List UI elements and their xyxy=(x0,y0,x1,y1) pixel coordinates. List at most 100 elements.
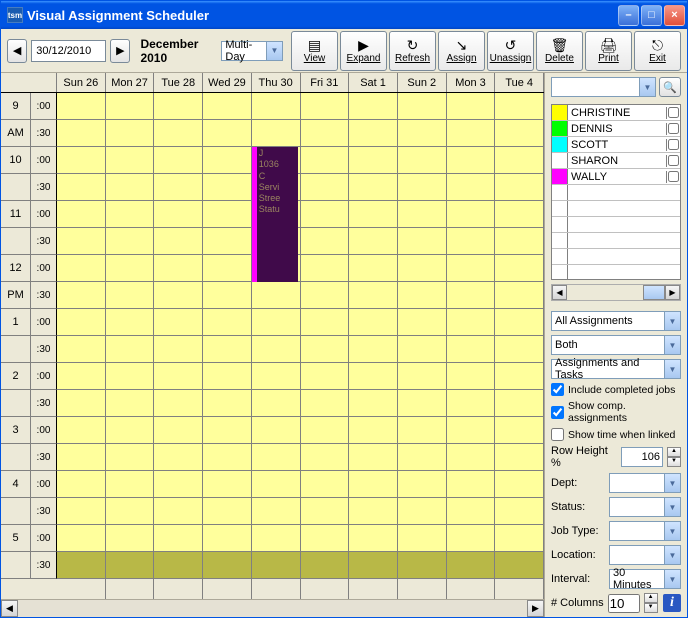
time-slot[interactable] xyxy=(203,309,251,336)
time-slot[interactable] xyxy=(398,174,446,201)
time-slot[interactable] xyxy=(252,390,300,417)
time-slot[interactable] xyxy=(154,282,202,309)
filter-type-select[interactable]: Assignments and Tasks▼ xyxy=(551,359,681,379)
chk-include-completed[interactable]: Include completed jobs xyxy=(551,383,681,396)
time-slot[interactable] xyxy=(106,255,154,282)
time-slot[interactable] xyxy=(57,498,105,525)
scroll-left-icon[interactable]: ◀ xyxy=(1,600,18,617)
time-slot[interactable] xyxy=(495,201,543,228)
print-button[interactable]: 🖨Print xyxy=(585,31,632,71)
maximize-button[interactable]: □ xyxy=(641,5,662,26)
spinner-down-icon[interactable]: ▼ xyxy=(667,457,681,467)
time-slot[interactable] xyxy=(398,201,446,228)
time-slot[interactable] xyxy=(57,120,105,147)
time-slot[interactable] xyxy=(398,498,446,525)
time-slot[interactable] xyxy=(349,336,397,363)
time-slot[interactable] xyxy=(398,444,446,471)
view-button[interactable]: ▤View xyxy=(291,31,338,71)
time-slot[interactable] xyxy=(252,309,300,336)
time-slot[interactable] xyxy=(203,282,251,309)
time-slot[interactable] xyxy=(154,93,202,120)
time-slot[interactable] xyxy=(495,255,543,282)
next-button[interactable]: ▶ xyxy=(110,39,130,63)
time-slot[interactable] xyxy=(57,552,105,579)
date-input[interactable] xyxy=(31,40,106,62)
time-slot[interactable] xyxy=(301,255,349,282)
time-slot[interactable] xyxy=(398,552,446,579)
dept-select[interactable]: ▼ xyxy=(609,473,681,493)
time-slot[interactable] xyxy=(349,201,397,228)
time-slot[interactable] xyxy=(106,93,154,120)
scroll-right-icon[interactable]: ▶ xyxy=(527,600,544,617)
time-slot[interactable] xyxy=(154,309,202,336)
time-slot[interactable] xyxy=(106,309,154,336)
time-slot[interactable] xyxy=(57,525,105,552)
time-slot[interactable] xyxy=(57,174,105,201)
time-slot[interactable] xyxy=(203,363,251,390)
technician-checkbox[interactable] xyxy=(668,123,679,134)
time-slot[interactable] xyxy=(106,174,154,201)
time-slot[interactable] xyxy=(203,498,251,525)
time-slot[interactable] xyxy=(252,93,300,120)
techscroll-right-icon[interactable]: ▶ xyxy=(665,285,680,300)
exit-button[interactable]: ⎋Exit xyxy=(634,31,681,71)
time-slot[interactable] xyxy=(106,282,154,309)
day-column[interactable] xyxy=(106,93,155,599)
time-slot[interactable] xyxy=(57,336,105,363)
view-mode-select[interactable]: Multi-Day▼ xyxy=(221,41,283,61)
time-slot[interactable] xyxy=(252,363,300,390)
time-slot[interactable] xyxy=(301,120,349,147)
day-header[interactable]: Sun 26 xyxy=(57,73,106,92)
time-slot[interactable] xyxy=(154,120,202,147)
time-slot[interactable] xyxy=(495,498,543,525)
time-slot[interactable] xyxy=(57,390,105,417)
close-button[interactable]: × xyxy=(664,5,685,26)
time-slot[interactable] xyxy=(398,309,446,336)
time-slot[interactable] xyxy=(495,525,543,552)
time-slot[interactable] xyxy=(301,174,349,201)
time-slot[interactable] xyxy=(203,336,251,363)
search-button[interactable]: 🔍 xyxy=(659,77,681,97)
time-slot[interactable] xyxy=(154,228,202,255)
row-height-input[interactable] xyxy=(621,447,663,467)
time-slot[interactable] xyxy=(252,525,300,552)
time-slot[interactable] xyxy=(349,390,397,417)
time-slot[interactable] xyxy=(495,336,543,363)
techlist-hscroll[interactable]: ◀ ▶ xyxy=(551,284,681,301)
time-slot[interactable] xyxy=(106,363,154,390)
time-slot[interactable] xyxy=(349,174,397,201)
day-header[interactable]: Sun 2 xyxy=(398,73,447,92)
time-slot[interactable] xyxy=(106,471,154,498)
day-column[interactable] xyxy=(203,93,252,599)
time-slot[interactable] xyxy=(495,147,543,174)
technician-list[interactable]: CHRISTINEDENNISSCOTTSHARONWALLY xyxy=(551,104,681,280)
time-slot[interactable] xyxy=(203,471,251,498)
time-slot[interactable] xyxy=(57,255,105,282)
time-slot[interactable] xyxy=(252,498,300,525)
day-header[interactable]: Mon 27 xyxy=(106,73,155,92)
time-slot[interactable] xyxy=(447,444,495,471)
info-button[interactable]: i xyxy=(663,594,681,612)
time-slot[interactable] xyxy=(106,552,154,579)
search-input[interactable]: ▼ xyxy=(551,77,656,97)
interval-select[interactable]: 30 Minutes▼ xyxy=(609,569,681,589)
minimize-button[interactable]: – xyxy=(618,5,639,26)
time-slot[interactable] xyxy=(447,525,495,552)
status-select[interactable]: ▼ xyxy=(609,497,681,517)
time-slot[interactable] xyxy=(203,201,251,228)
time-slot[interactable] xyxy=(301,363,349,390)
time-slot[interactable] xyxy=(447,417,495,444)
day-header[interactable]: Thu 30 xyxy=(252,73,301,92)
time-slot[interactable] xyxy=(106,228,154,255)
calendar-body[interactable]: 9:00AM:3010:00:3011:00:3012:00PM:301:00:… xyxy=(1,93,544,599)
time-slot[interactable] xyxy=(349,471,397,498)
time-slot[interactable] xyxy=(106,444,154,471)
technician-row[interactable]: CHRISTINE xyxy=(552,105,680,121)
time-slot[interactable] xyxy=(203,552,251,579)
technician-row[interactable]: DENNIS xyxy=(552,121,680,137)
technician-checkbox[interactable] xyxy=(668,139,679,150)
time-slot[interactable] xyxy=(447,174,495,201)
time-slot[interactable] xyxy=(447,390,495,417)
time-slot[interactable] xyxy=(495,390,543,417)
time-slot[interactable] xyxy=(349,417,397,444)
